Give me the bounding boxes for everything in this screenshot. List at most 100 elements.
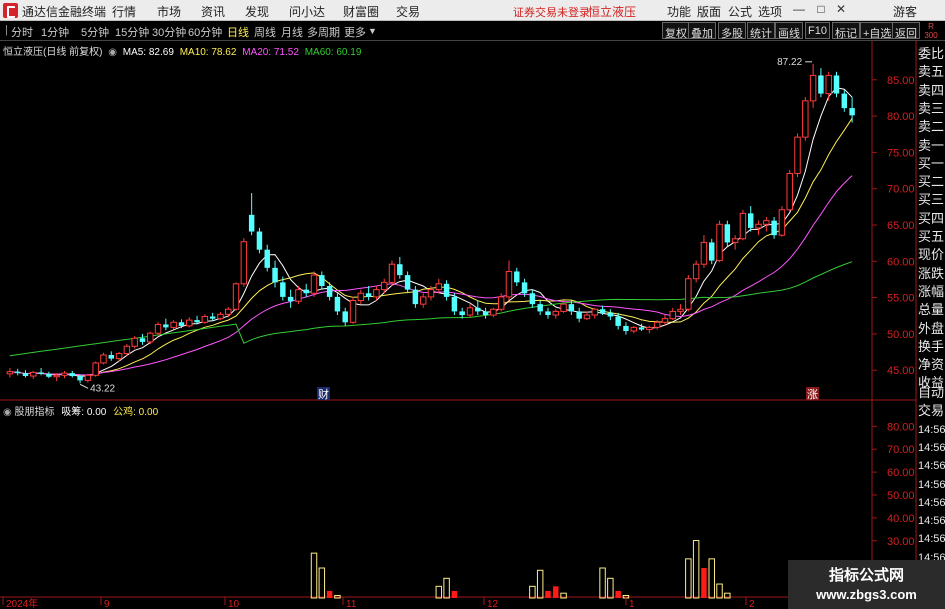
fuquan-button[interactable]: 复权	[662, 22, 690, 40]
duogu-button[interactable]: 多股	[718, 22, 746, 40]
gongji-label: 公鸡: 0.00	[113, 407, 159, 418]
side-label: 买三	[918, 192, 945, 208]
sub-bar	[692, 540, 700, 599]
side-sub-label: 14:56	[918, 478, 945, 491]
candle-body	[232, 283, 240, 310]
ma5-label: MA5: 82.69	[122, 47, 174, 58]
candle-body	[568, 304, 575, 312]
r-badge-top: R	[928, 22, 934, 31]
candle-body	[303, 289, 309, 294]
sub-bar	[553, 586, 559, 598]
candle-body	[412, 289, 419, 305]
sub-settings-icon[interactable]: ◉	[3, 407, 12, 418]
sub-bar	[443, 577, 450, 599]
candle-body	[607, 312, 614, 317]
candle-body	[154, 323, 162, 334]
huaxian-button[interactable]: 画线	[775, 22, 803, 40]
candle-body	[583, 314, 591, 320]
side-label: 现价	[918, 247, 945, 263]
side-sub-label: 14:56	[918, 460, 945, 473]
candle-body	[841, 93, 848, 109]
period-weekly[interactable]: 周线	[254, 24, 276, 40]
sub-axis-label: 70.00	[887, 444, 915, 456]
diejia-button[interactable]: 叠加	[688, 22, 716, 40]
close-icon[interactable]: ✕	[833, 2, 849, 16]
menu-shichang[interactable]: 市场	[157, 3, 181, 20]
menu-gongshi[interactable]: 公式	[728, 3, 752, 20]
settings-circle-icon[interactable]: ◉	[108, 47, 117, 58]
candle-body	[443, 283, 450, 297]
add-watchlist-button[interactable]: +自选	[860, 22, 895, 40]
candle-body	[287, 296, 294, 302]
candle-body	[709, 242, 715, 261]
main-axis-label: 85.00	[887, 75, 915, 87]
sub-bar	[326, 590, 333, 598]
sub-bar	[536, 569, 544, 599]
main-axis-label: 80.00	[887, 111, 915, 123]
side-label: 总量	[918, 302, 945, 318]
candle-body	[755, 223, 762, 229]
tongji-button[interactable]: 统计	[747, 22, 775, 40]
menu-wenxiaoda[interactable]: 问小达	[289, 3, 325, 20]
candle-body	[334, 296, 341, 312]
period-1min[interactable]: 1分钟	[41, 24, 69, 40]
period-30min[interactable]: 30分钟	[152, 24, 186, 40]
candle-body	[794, 136, 801, 174]
kline-chart[interactable]: 85.00 80.00 75.00 70.00 65.00 60.00 55.00 50.00…	[0, 41, 945, 609]
period-daily[interactable]: 日线	[227, 24, 249, 40]
period-more[interactable]: 更多	[344, 24, 366, 40]
maximize-icon[interactable]: □	[813, 2, 829, 16]
watermark: 指标公式网 www.zbgs3.com	[788, 560, 945, 609]
menu-caifuquan[interactable]: 财富圈	[343, 3, 379, 20]
menu-xuanxiang[interactable]: 选项	[758, 3, 782, 20]
candle-body	[809, 74, 817, 102]
sub-bar	[615, 590, 621, 598]
more-chevron-icon[interactable]: ▼	[368, 26, 377, 36]
candle-body	[747, 213, 754, 228]
menu-faxian[interactable]: 发现	[245, 3, 269, 20]
candle-body	[272, 267, 278, 283]
biaoji-button[interactable]: 标记	[832, 22, 860, 40]
candle-body	[482, 311, 489, 316]
login-warning[interactable]: 证券交易未登录	[513, 4, 590, 20]
candle-body	[661, 318, 669, 323]
sub-bar	[529, 585, 536, 599]
back-button[interactable]: 返回	[892, 22, 920, 40]
period-5min[interactable]: 5分钟	[81, 24, 109, 40]
menu-zixun[interactable]: 资讯	[201, 3, 225, 20]
candle-body	[310, 274, 318, 294]
candle-body	[349, 300, 357, 323]
candle-body	[248, 214, 255, 232]
menu-gongneng[interactable]: 功能	[667, 3, 691, 20]
candle-body	[802, 100, 809, 138]
candle-body	[435, 283, 443, 291]
main-axis-label: 70.00	[887, 184, 915, 196]
menu-banmian[interactable]: 版面	[697, 3, 721, 20]
period-fenshi[interactable]: 分时	[11, 24, 33, 40]
minimize-icon[interactable]: —	[791, 2, 807, 16]
period-15min[interactable]: 15分钟	[115, 24, 149, 40]
date-label: 10	[228, 599, 240, 609]
menu-jiaoyi[interactable]: 交易	[396, 3, 420, 20]
menu-hangqing[interactable]: 行情	[112, 3, 136, 20]
f10-button[interactable]: F10	[805, 22, 830, 39]
sub-bar	[318, 567, 326, 599]
sub-indicator-title: 股朋指标	[14, 407, 55, 418]
candle-body	[92, 362, 99, 376]
stock-name-title: 恒立液压	[588, 5, 637, 19]
candle-body	[653, 321, 661, 328]
candle-body	[319, 275, 325, 286]
date-label: 11	[346, 599, 357, 609]
period-monthly[interactable]: 月线	[281, 24, 303, 40]
side-label: 买一	[918, 155, 945, 171]
period-toolbar: | 分时 1分钟 5分钟 15分钟 30分钟 60分钟 日线 周线 月线 多周期…	[0, 21, 945, 41]
period-60min[interactable]: 60分钟	[188, 24, 222, 40]
sub-bar	[685, 558, 692, 599]
candle-body	[677, 308, 684, 312]
candle-body	[419, 296, 427, 305]
period-multi[interactable]: 多周期	[307, 24, 340, 40]
side-sub-label: 自动	[918, 385, 945, 400]
user-label[interactable]: 游客	[893, 3, 917, 20]
candle-body	[264, 249, 270, 268]
candle-body	[357, 292, 365, 302]
